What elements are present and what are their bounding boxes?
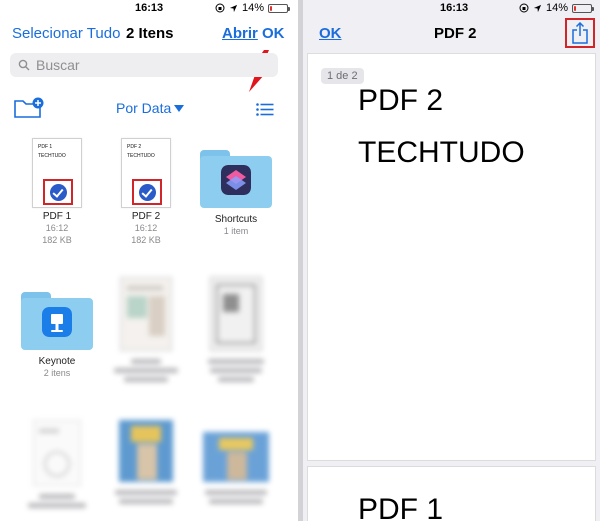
file-browser-pane: 16:13 14% Selecionar Tudo 2 Itens Abrir … <box>0 0 298 521</box>
blurred-file-tile[interactable] <box>106 420 186 504</box>
sort-by-date-button[interactable]: Por Data <box>116 100 185 116</box>
battery-percent: 14% <box>545 2 568 14</box>
new-folder-icon[interactable] <box>14 97 44 119</box>
thumb-line2: TECHTUDO <box>38 153 66 159</box>
selection-count-title: 2 Itens <box>126 25 174 42</box>
pdf-page-1[interactable]: 1 de 2 PDF 2 TECHTUDO <box>307 53 596 461</box>
battery-fill <box>574 5 576 11</box>
battery-fill <box>270 5 272 11</box>
folder-tile-shortcuts[interactable]: Shortcuts 1 item <box>196 150 276 237</box>
blurred-file-tile[interactable] <box>196 432 276 504</box>
file-time: 16:12 <box>134 223 158 233</box>
folder-item-count: 2 itens <box>43 368 71 378</box>
pdf-thumbnail: PDF 2 TECHTUDO <box>121 138 171 208</box>
keynote-app-icon <box>42 307 72 337</box>
location-arrow-icon <box>533 4 542 12</box>
select-all-button[interactable]: Selecionar Tudo <box>12 25 120 42</box>
page-text-line2: TECHTUDO <box>358 136 525 169</box>
battery-icon <box>268 3 290 13</box>
file-size: 182 KB <box>131 235 161 245</box>
page-text-line1: PDF 2 <box>358 84 444 117</box>
pdf-viewer-pane: 16:13 14% OK PDF 2 1 de 2 PDF 2 TECHTUDO… <box>303 0 600 521</box>
list-view-icon[interactable] <box>256 103 274 116</box>
share-button[interactable] <box>565 18 595 48</box>
page-text-line1: PDF 1 <box>358 493 444 521</box>
thumb-line1: PDF 1 <box>38 144 53 150</box>
search-bar[interactable] <box>10 53 278 77</box>
lock-rotation-icon <box>215 3 225 13</box>
page-indicator: 1 de 2 <box>321 68 364 84</box>
folder-item-count: 1 item <box>223 226 249 236</box>
search-icon <box>18 59 30 71</box>
folder-name: Shortcuts <box>214 214 258 225</box>
pdf-thumbnail: PDF 1 TECHTUDO <box>32 138 82 208</box>
done-button[interactable]: OK <box>319 25 342 42</box>
blurred-file-tile[interactable] <box>17 420 97 508</box>
folder-icon <box>21 292 93 350</box>
status-bar: 16:13 14% <box>303 0 600 16</box>
folder-name: Keynote <box>38 356 76 367</box>
location-arrow-icon <box>229 4 238 12</box>
lock-rotation-icon <box>519 3 529 13</box>
shortcuts-app-icon <box>221 165 251 195</box>
checkmark-icon <box>139 184 156 201</box>
document-title: PDF 2 <box>434 25 477 42</box>
folder-tile-keynote[interactable]: Keynote 2 itens <box>17 292 97 379</box>
blurred-file-tile[interactable] <box>106 277 186 382</box>
status-time: 16:13 <box>440 2 469 14</box>
battery-icon <box>572 3 594 13</box>
search-input[interactable] <box>36 57 236 73</box>
share-icon <box>572 22 588 44</box>
status-bar: 16:13 14% <box>0 0 298 16</box>
pdf-page-2[interactable]: PDF 1 <box>307 466 596 521</box>
battery-percent: 14% <box>241 2 264 14</box>
file-size: 182 KB <box>42 235 72 245</box>
thumb-line2: TECHTUDO <box>127 153 155 159</box>
checkmark-icon <box>50 184 67 201</box>
thumb-line1: PDF 2 <box>127 144 142 150</box>
file-name: PDF 1 <box>42 211 72 222</box>
file-time: 16:12 <box>45 223 69 233</box>
caret-down-icon <box>174 104 185 112</box>
file-tile-pdf2[interactable]: PDF 2 TECHTUDO PDF 2 16:12 182 KB <box>106 138 186 246</box>
selection-highlight <box>43 179 73 205</box>
file-tile-pdf1[interactable]: PDF 1 TECHTUDO PDF 1 16:12 182 KB <box>17 138 97 246</box>
done-button[interactable]: OK <box>262 25 285 42</box>
folder-icon <box>200 150 272 208</box>
open-button[interactable]: Abrir <box>222 25 258 42</box>
status-time: 16:13 <box>135 2 164 14</box>
selection-highlight <box>132 179 162 205</box>
blurred-file-tile[interactable] <box>196 277 276 382</box>
file-name: PDF 2 <box>131 211 161 222</box>
sort-label: Por Data <box>116 100 172 116</box>
